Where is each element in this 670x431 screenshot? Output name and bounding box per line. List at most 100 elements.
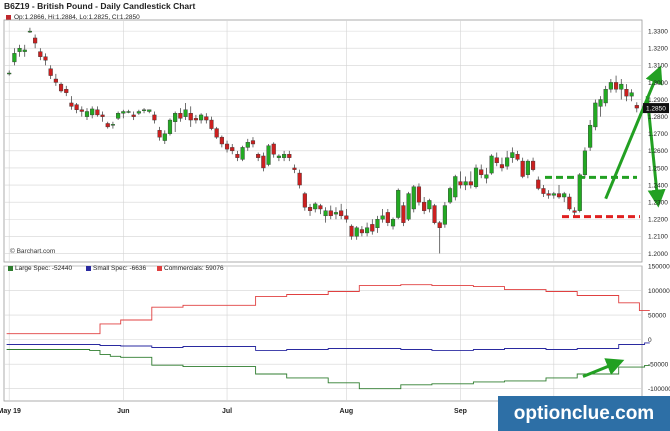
candle-body bbox=[406, 193, 411, 220]
candle-body bbox=[489, 155, 494, 174]
candle-body bbox=[7, 72, 12, 75]
candle-body bbox=[173, 113, 178, 122]
candle-body bbox=[520, 160, 525, 177]
cot-series-line-2 bbox=[6, 284, 650, 335]
price-tick-label: 1.3300 bbox=[648, 29, 668, 36]
candle-body bbox=[396, 189, 401, 218]
candle-body bbox=[365, 227, 370, 234]
candle-body bbox=[390, 219, 396, 227]
cot-series-line-0 bbox=[6, 349, 650, 390]
candle-body bbox=[27, 30, 33, 33]
candle-body bbox=[271, 143, 276, 155]
candle-body bbox=[136, 111, 141, 114]
candle-body bbox=[235, 154, 240, 158]
candle-body bbox=[453, 176, 458, 198]
candle-body bbox=[349, 225, 354, 237]
candle-body bbox=[546, 193, 551, 196]
last-price-label: 1.2850 bbox=[646, 105, 666, 112]
candle-body bbox=[556, 193, 562, 198]
legend-commercials: Commercials: 59076 bbox=[157, 265, 224, 272]
candle-body bbox=[380, 215, 385, 220]
price-tick-label: 1.2400 bbox=[648, 182, 668, 189]
candle-body bbox=[629, 92, 634, 97]
candle-body bbox=[162, 133, 167, 141]
legend-small-spec-swatch bbox=[86, 265, 91, 271]
cot-tick-label: -50000 bbox=[648, 362, 669, 369]
x-tick-label: Sep bbox=[454, 408, 467, 415]
candle-body bbox=[339, 210, 344, 217]
candle-body bbox=[95, 109, 100, 116]
candle-body bbox=[619, 83, 624, 90]
candle-body bbox=[261, 155, 266, 169]
price-tick-label: 1.3000 bbox=[648, 80, 668, 87]
candle-body bbox=[38, 51, 43, 57]
candle-body bbox=[494, 157, 499, 164]
candle-body bbox=[582, 150, 588, 175]
candle-body bbox=[427, 200, 432, 210]
candle-body bbox=[69, 102, 74, 107]
price-tick-label: 1.2000 bbox=[648, 251, 668, 258]
x-tick-label: Jun bbox=[117, 408, 129, 415]
x-tick-label: Aug bbox=[340, 408, 354, 415]
cot-annotation bbox=[582, 358, 625, 378]
legend-commercials-swatch bbox=[157, 265, 162, 271]
candle-body bbox=[178, 113, 183, 119]
candle-body bbox=[318, 205, 323, 210]
price-tick-label: 1.2800 bbox=[648, 114, 668, 121]
candle-body bbox=[193, 118, 198, 121]
candle-body bbox=[634, 105, 639, 109]
candle-body bbox=[167, 119, 173, 134]
candle-body bbox=[577, 174, 582, 211]
candle-body bbox=[307, 207, 313, 211]
candle-body bbox=[282, 154, 287, 158]
barchart-credit: © Barchart.com bbox=[10, 248, 56, 255]
candle-body bbox=[603, 89, 608, 104]
candle-body bbox=[126, 111, 131, 113]
candle-body bbox=[64, 89, 69, 93]
candle-body bbox=[100, 114, 105, 117]
candle-body bbox=[468, 181, 473, 186]
candle-body bbox=[359, 229, 364, 234]
price-grid bbox=[3, 19, 643, 263]
candle-body bbox=[110, 124, 115, 126]
candle-body bbox=[84, 111, 90, 117]
legend-commercials-label: Commercials: 59076 bbox=[164, 265, 224, 272]
candle-body bbox=[598, 99, 603, 107]
candle-body bbox=[375, 219, 380, 228]
candle-body bbox=[152, 114, 157, 121]
candle-body bbox=[121, 111, 126, 114]
candle-body bbox=[608, 82, 613, 90]
candle-body bbox=[344, 215, 349, 220]
candle-body bbox=[370, 224, 375, 232]
candle-body bbox=[250, 140, 256, 145]
candle-body bbox=[541, 188, 546, 194]
candle-body bbox=[157, 130, 162, 138]
candle-body bbox=[48, 68, 53, 76]
candle-body bbox=[613, 82, 619, 90]
candle-body bbox=[354, 227, 359, 237]
candle-body bbox=[245, 142, 250, 148]
price-tick-label: 1.3200 bbox=[648, 46, 668, 53]
candle-body bbox=[515, 154, 520, 160]
candle-body bbox=[463, 181, 468, 186]
cot-tick-label: 50000 bbox=[648, 312, 666, 319]
price-tick-label: 1.2600 bbox=[648, 148, 668, 155]
candle-body bbox=[17, 48, 22, 52]
candle-body bbox=[240, 147, 245, 160]
candle-body bbox=[214, 128, 219, 138]
legend-large-spec-label: Large Spec: -52440 bbox=[15, 265, 73, 272]
candle-body bbox=[287, 154, 292, 158]
price-axis: 1.3300 1.3200 1.3100 1.3000 1.2900 1.2800 1.27… bbox=[643, 29, 669, 258]
legend-large-spec: Large Spec: -52440 bbox=[8, 265, 72, 272]
candle-body bbox=[416, 186, 422, 203]
cot-series-line-1 bbox=[6, 342, 650, 351]
candle-body bbox=[116, 113, 121, 119]
price-tick-label: 1.2200 bbox=[648, 217, 668, 224]
candle-body bbox=[593, 102, 598, 128]
legend-large-spec-swatch bbox=[8, 265, 13, 271]
candle-body bbox=[90, 108, 95, 116]
candle-body bbox=[230, 147, 235, 152]
candle-body bbox=[43, 56, 48, 61]
x-tick-label: May 19 bbox=[0, 408, 21, 415]
candle-body bbox=[53, 78, 58, 83]
